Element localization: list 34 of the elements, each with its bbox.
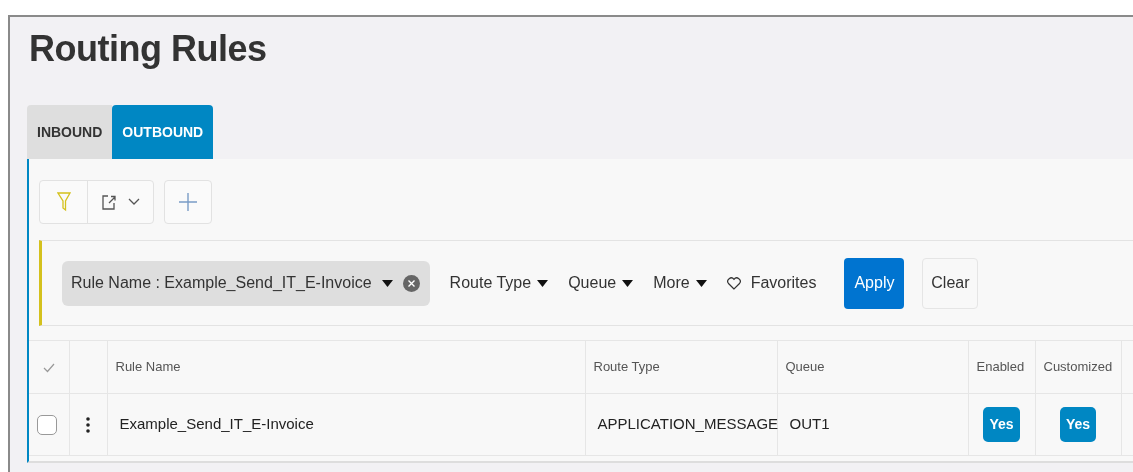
plus-icon	[179, 193, 197, 211]
column-header[interactable]: Customized	[1035, 340, 1121, 394]
filter-icon	[56, 192, 71, 212]
column-header[interactable]: Rule Name	[107, 340, 585, 394]
favorites-button[interactable]: Favorites	[726, 271, 817, 295]
check-icon	[42, 362, 55, 373]
filter-dropdown[interactable]: More	[653, 271, 707, 295]
column-header[interactable]: Enabled	[968, 340, 1035, 394]
filter-dropdown[interactable]: Queue	[568, 271, 634, 295]
status-badge: Yes	[983, 407, 1020, 442]
column-header[interactable]: Route Type	[585, 340, 777, 394]
tab[interactable]: INBOUND	[27, 105, 113, 159]
clear-button[interactable]: Clear	[922, 257, 979, 309]
heart-icon	[726, 276, 741, 290]
table-cell-text: APPLICATION_MESSAGE	[596, 415, 779, 433]
page-title: Routing Rules	[29, 27, 268, 71]
column-header[interactable]: Queue	[777, 340, 968, 394]
active-filter-chip[interactable]: Rule Name : Example_Send_IT_E-Invoice	[62, 260, 430, 306]
filter-dropdown[interactable]: Route Type	[449, 271, 549, 295]
chevron-down-icon	[127, 198, 140, 206]
table-cell-text: Example_Send_IT_E-Invoice	[118, 415, 314, 433]
apply-button[interactable]: Apply	[844, 257, 905, 309]
caret-icon	[695, 279, 707, 287]
caret-icon	[381, 279, 393, 287]
clear-filter-icon[interactable]	[402, 274, 420, 292]
add-button[interactable]	[164, 180, 212, 224]
caret-icon	[622, 279, 634, 287]
export-icon	[101, 194, 116, 210]
tab[interactable]: OUTBOUND	[112, 105, 214, 159]
row-checkbox[interactable]	[37, 414, 57, 435]
table-cell-text: OUT1	[788, 415, 830, 433]
status-badge: Yes	[1059, 407, 1097, 442]
more-options-icon[interactable]	[86, 417, 90, 434]
caret-icon	[537, 279, 549, 287]
